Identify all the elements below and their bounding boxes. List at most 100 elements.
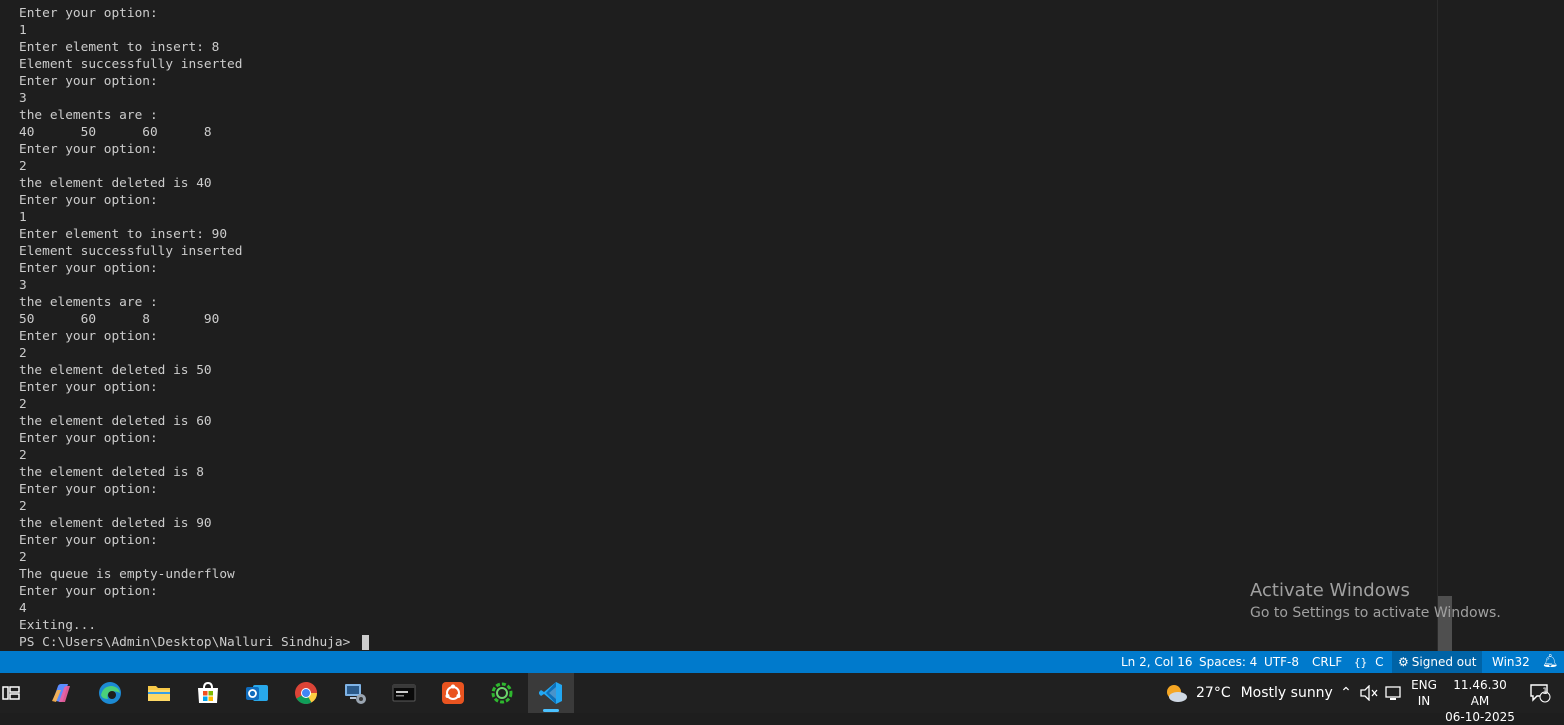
vscode-button[interactable]: [528, 673, 574, 713]
terminal-line: Enter element to insert: 8: [19, 40, 220, 55]
account-gear-icon: ⚙: [1398, 655, 1409, 669]
show-hidden-icons-button[interactable]: ⌃: [1336, 673, 1356, 713]
account-status[interactable]: ⚙ Signed out: [1392, 651, 1483, 673]
ubuntu-icon: [442, 682, 464, 704]
terminal-line: 40 50 60 8: [19, 125, 212, 140]
edge-button[interactable]: [87, 673, 133, 713]
chevron-up-icon: ⌃: [1340, 685, 1352, 701]
terminal-line: Enter your option:: [19, 329, 158, 344]
terminal-line: 2: [19, 448, 27, 463]
task-view-button[interactable]: [0, 673, 34, 713]
terminal-line: the element deleted is 60: [19, 414, 212, 429]
terminal-line: 2: [19, 159, 27, 174]
braces-icon: {}: [1354, 656, 1368, 669]
copilot-icon: [52, 684, 70, 702]
terminal-line: Enter your option:: [19, 261, 158, 276]
terminal-panel[interactable]: Enter your option: 1 Enter element to inse…: [0, 0, 1436, 651]
terminal-line: Enter your option:: [19, 74, 158, 89]
notification-bell-icon[interactable]: 🔔︎: [1542, 651, 1559, 673]
file-explorer-button[interactable]: [136, 673, 182, 713]
terminal-line: Enter your option:: [19, 482, 158, 497]
network-button[interactable]: [1383, 673, 1405, 713]
input-language-indicator[interactable]: ENG IN: [1409, 677, 1439, 709]
platform-indicator[interactable]: Win32: [1492, 651, 1530, 673]
notification-count: 1: [1542, 687, 1548, 697]
outlook-button[interactable]: [234, 673, 280, 713]
terminal-line: 50 60 8 90: [19, 312, 220, 327]
terminal-line: 2: [19, 499, 27, 514]
terminal-line: 1: [19, 210, 27, 225]
indentation-setting[interactable]: Spaces: 4: [1199, 651, 1257, 673]
volume-muted-icon: [1360, 685, 1378, 701]
language-mode[interactable]: {} C: [1354, 651, 1383, 673]
loading-ring-app-icon: [491, 682, 513, 704]
weather-temperature: 27°C: [1196, 685, 1231, 701]
terminal-scrollbar[interactable]: [1437, 0, 1452, 651]
terminal-prompt-line[interactable]: PS C:\Users\Admin\Desktop\Nalluri Sindhu…: [19, 634, 369, 651]
terminal-app-icon: [392, 684, 416, 702]
terminal-line: 1: [19, 23, 27, 38]
terminal-line: The queue is empty-underflow: [19, 567, 235, 582]
vscode-icon: [539, 682, 562, 704]
terminal-line: 4: [19, 601, 27, 616]
terminal-line: Enter your option:: [19, 584, 158, 599]
terminal-scrollbar-thumb[interactable]: [1438, 596, 1452, 651]
editor-gutter: [1452, 0, 1564, 651]
terminal-line: the elements are :: [19, 108, 158, 123]
terminal-line: the element deleted is 50: [19, 363, 212, 378]
terminal-line: 3: [19, 91, 27, 106]
cursor-position[interactable]: Ln 2, Col 16: [1121, 651, 1193, 673]
terminal-line: Enter your option:: [19, 142, 158, 157]
terminal-prompt: PS C:\Users\Admin\Desktop\Nalluri Sindhu…: [19, 635, 358, 650]
control-panel-icon: [345, 684, 366, 704]
terminal-line: 3: [19, 278, 27, 293]
terminal-line: the element deleted is 8: [19, 465, 204, 480]
ubuntu-button[interactable]: [430, 673, 476, 713]
task-view-icon: [2, 686, 20, 700]
terminal-line: Enter your option:: [19, 380, 158, 395]
copilot-button[interactable]: [38, 673, 84, 713]
terminal-line: Enter your option:: [19, 193, 158, 208]
terminal-line: Element successfully inserted: [19, 57, 243, 72]
account-label: Signed out: [1411, 655, 1477, 669]
weather-widget[interactable]: 27°C Mostly sunny: [1164, 673, 1333, 713]
terminal-line: the element deleted is 90: [19, 516, 212, 531]
language-code: ENG: [1411, 678, 1437, 692]
notification-center-button[interactable]: 1: [1526, 673, 1554, 713]
clock-date: 06-10-2025: [1445, 710, 1515, 724]
network-icon: [1385, 686, 1401, 700]
terminal-app-button[interactable]: [381, 673, 427, 713]
encoding-setting[interactable]: UTF-8: [1264, 651, 1299, 673]
terminal-line: the element deleted is 40: [19, 176, 212, 191]
region-code: IN: [1417, 694, 1431, 708]
weather-sun-cloud-icon: [1167, 685, 1187, 702]
volume-button[interactable]: [1358, 673, 1380, 713]
chrome-icon: [295, 682, 317, 704]
terminal-line: 2: [19, 550, 27, 565]
chrome-button[interactable]: [283, 673, 329, 713]
terminal-line: Enter element to insert: 90: [19, 227, 228, 242]
ring-app-button[interactable]: [479, 673, 525, 713]
microsoft-store-icon: [198, 681, 218, 703]
edge-icon: [99, 682, 121, 704]
language-label: C: [1375, 655, 1384, 669]
terminal-line: Element successfully inserted: [19, 244, 243, 259]
system-clock[interactable]: 11.46.30 AM 06-10-2025: [1445, 677, 1515, 725]
terminal-line: 2: [19, 397, 27, 412]
terminal-line: Exiting...: [19, 618, 97, 633]
terminal-line: Enter your option:: [19, 431, 158, 446]
terminal-cursor: [362, 635, 369, 650]
terminal-line: 2: [19, 346, 27, 361]
microsoft-store-button[interactable]: [185, 673, 231, 713]
control-panel-button[interactable]: [332, 673, 378, 713]
weather-description: Mostly sunny: [1240, 685, 1333, 701]
terminal-line: the elements are :: [19, 295, 158, 310]
windows-taskbar: 27°C Mostly sunny ⌃ ENG IN 11.46.30 AM 0…: [0, 673, 1564, 724]
status-bar: Ln 2, Col 16 Spaces: 4 UTF-8 CRLF {} C ⚙…: [0, 651, 1564, 673]
clock-time: 11.46.30 AM: [1453, 678, 1507, 708]
line-ending-setting[interactable]: CRLF: [1312, 651, 1342, 673]
terminal-output: Enter your option: 1 Enter element to inse…: [19, 5, 369, 651]
terminal-line: Enter your option:: [19, 533, 158, 548]
file-explorer-icon: [148, 686, 170, 701]
outlook-icon: [246, 685, 268, 701]
